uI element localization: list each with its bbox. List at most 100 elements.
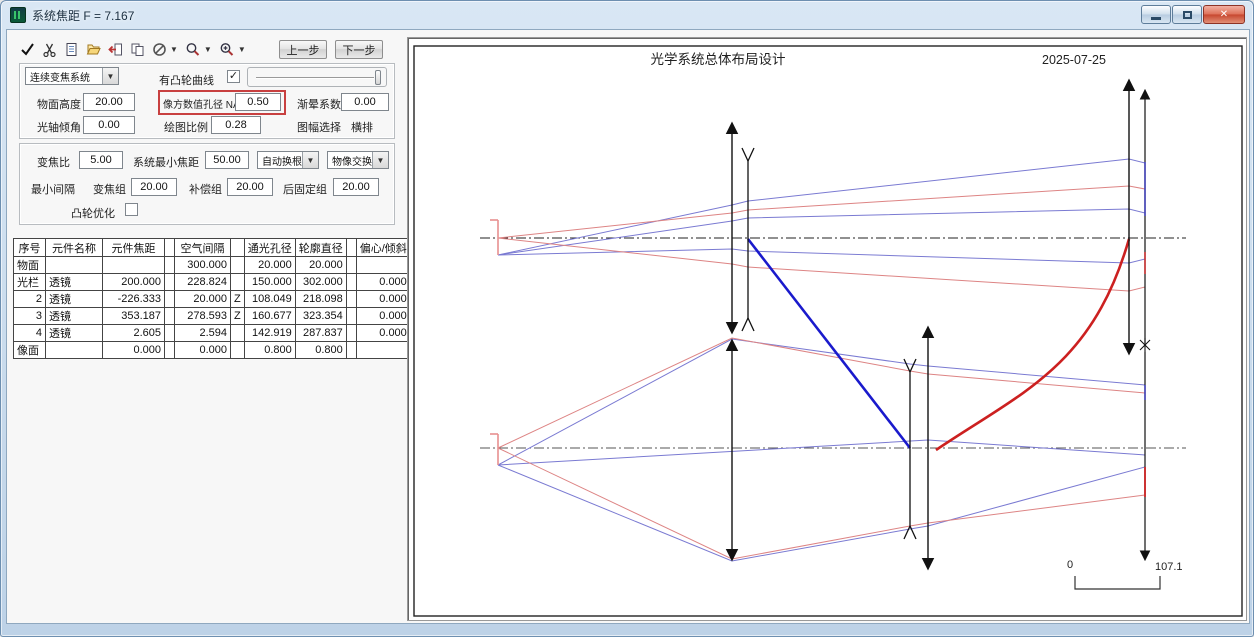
table-cell[interactable]: 20.000	[175, 291, 231, 308]
table-cell[interactable]	[165, 308, 175, 325]
draw-scale-input[interactable]	[211, 116, 261, 134]
table-cell[interactable]: 142.919	[244, 325, 295, 342]
title-bar[interactable]: 系统焦距 F = 7.167	[1, 1, 1253, 29]
table-cell[interactable]	[346, 342, 356, 359]
min-focal-input[interactable]	[205, 151, 249, 169]
table-cell[interactable]: 323.354	[295, 308, 346, 325]
zoom-group-input[interactable]	[131, 178, 177, 196]
table-cell[interactable]	[231, 342, 245, 359]
table-cell[interactable]	[165, 291, 175, 308]
cam-curve-blue	[748, 239, 910, 448]
copy-icon[interactable]	[126, 40, 148, 58]
previous-step-button[interactable]: 上一步	[279, 40, 327, 59]
table-cell[interactable]	[346, 257, 356, 274]
table-cell[interactable]: 0.000	[356, 274, 410, 291]
table-cell[interactable]: 20.000	[244, 257, 295, 274]
table-cell[interactable]	[103, 257, 165, 274]
table-cell[interactable]	[346, 308, 356, 325]
table-cell[interactable]: 200.000	[103, 274, 165, 291]
table-cell[interactable]: 2.605	[103, 325, 165, 342]
table-cell[interactable]: 300.000	[175, 257, 231, 274]
comp-group-input[interactable]	[227, 178, 273, 196]
table-cell[interactable]: 透镜	[46, 274, 103, 291]
table-cell[interactable]	[165, 274, 175, 291]
table-cell[interactable]: 透镜	[46, 325, 103, 342]
table-cell[interactable]: -226.333	[103, 291, 165, 308]
chevron-down-icon[interactable]: ▼	[170, 45, 178, 54]
table-cell[interactable]	[346, 325, 356, 342]
table-cell[interactable]: 160.677	[244, 308, 295, 325]
axis-tilt-input[interactable]	[83, 116, 135, 134]
table-cell[interactable]	[231, 257, 245, 274]
table-cell[interactable]: 0.000	[175, 342, 231, 359]
table-cell[interactable]: 0.800	[295, 342, 346, 359]
cam-opt-checkbox[interactable]	[125, 203, 138, 216]
app-window: 系统焦距 F = 7.167 ✕ ▼▼▼ 上一步 下一步 连续变焦系统 ▼ 有凸…	[0, 0, 1254, 637]
maximize-button[interactable]	[1172, 5, 1202, 24]
table-cell[interactable]: Z	[231, 291, 245, 308]
table-cell[interactable]	[356, 257, 410, 274]
table-cell[interactable]: Z	[231, 308, 245, 325]
table-cell[interactable]: 353.187	[103, 308, 165, 325]
check-icon[interactable]	[16, 40, 38, 58]
rear-group-input[interactable]	[333, 178, 379, 196]
table-cell[interactable]: 228.824	[175, 274, 231, 291]
na-input[interactable]	[235, 93, 281, 111]
table-cell[interactable]	[231, 274, 245, 291]
table-cell[interactable]: 透镜	[46, 291, 103, 308]
system-type-select[interactable]: 连续变焦系统 ▼	[25, 67, 119, 85]
table-cell[interactable]	[46, 257, 103, 274]
table-cell[interactable]	[346, 291, 356, 308]
table-cell[interactable]: 4	[14, 325, 46, 342]
lens-2-top	[742, 148, 754, 331]
exchange-mode-select[interactable]: 物像交换 ▼	[327, 151, 389, 169]
table-cell[interactable]	[46, 342, 103, 359]
root-mode-select[interactable]: 自动换根 ▼	[257, 151, 319, 169]
chevron-down-icon[interactable]: ▼	[238, 45, 246, 54]
export-icon[interactable]	[104, 40, 126, 58]
table-cell[interactable]: 108.049	[244, 291, 295, 308]
table-cell[interactable]: 3	[14, 308, 46, 325]
minimize-button[interactable]	[1141, 5, 1171, 24]
table-cell[interactable]: 0.000	[356, 325, 410, 342]
close-button[interactable]: ✕	[1203, 5, 1245, 24]
table-cell[interactable]: 像面	[14, 342, 46, 359]
folder-open-icon[interactable]	[82, 40, 104, 58]
table-cell[interactable]	[165, 257, 175, 274]
table-cell[interactable]: 0.800	[244, 342, 295, 359]
table-cell[interactable]: 光栏	[14, 274, 46, 291]
zoom-ratio-input[interactable]	[79, 151, 123, 169]
table-cell[interactable]: 150.000	[244, 274, 295, 291]
table-cell[interactable]: 302.000	[295, 274, 346, 291]
table-cell[interactable]: 0.000	[103, 342, 165, 359]
table-cell[interactable]: 2.594	[175, 325, 231, 342]
table-cell[interactable]: 透镜	[46, 308, 103, 325]
chevron-down-icon[interactable]: ▼	[204, 45, 212, 54]
no-draw-icon[interactable]	[148, 40, 170, 58]
table-cell[interactable]	[356, 342, 410, 359]
document-icon[interactable]	[60, 40, 82, 58]
table-cell[interactable]: 2	[14, 291, 46, 308]
table-cell[interactable]: 物面	[14, 257, 46, 274]
object-height-input[interactable]	[83, 93, 135, 111]
table-cell[interactable]: 287.837	[295, 325, 346, 342]
table-cell[interactable]: 0.000	[356, 291, 410, 308]
zoom-in-icon[interactable]	[216, 40, 238, 58]
table-cell[interactable]	[165, 325, 175, 342]
zoom-out-icon[interactable]	[182, 40, 204, 58]
table-cell[interactable]: 20.000	[295, 257, 346, 274]
draw-scale-label: 绘图比例	[164, 119, 208, 135]
table-cell[interactable]: 218.098	[295, 291, 346, 308]
cut-icon[interactable]	[38, 40, 60, 58]
cam-position-slider[interactable]	[247, 67, 387, 87]
table-cell[interactable]	[165, 342, 175, 359]
table-cell[interactable]	[346, 274, 356, 291]
slider-thumb[interactable]	[375, 70, 381, 85]
next-step-button[interactable]: 下一步	[335, 40, 383, 59]
table-cell[interactable]	[231, 325, 245, 342]
table-cell[interactable]: 0.000	[356, 308, 410, 325]
object-height-label: 物面高度	[37, 96, 81, 112]
table-cell[interactable]: 278.593	[175, 308, 231, 325]
vignetting-input[interactable]	[341, 93, 389, 111]
cam-curve-checkbox[interactable]: ✓	[227, 70, 240, 83]
